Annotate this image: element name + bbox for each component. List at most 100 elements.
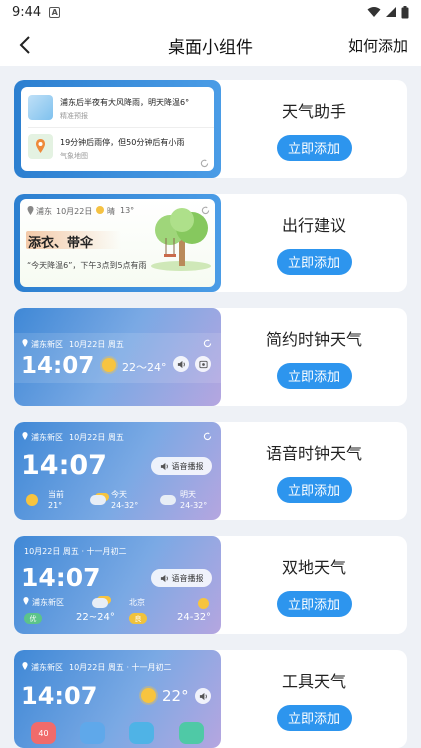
sun-icon bbox=[198, 598, 209, 609]
image-icon bbox=[195, 356, 211, 372]
preview-temp-range: 22～24° bbox=[122, 361, 167, 374]
widget-preview-voice-clock[interactable]: 浦东新区 10月22日 周五 14:07 语音播报 当前 21° 今天 24-3… bbox=[14, 422, 221, 520]
add-widget-button[interactable]: 立即添加 bbox=[276, 134, 352, 161]
preview-weather: 晴 bbox=[107, 207, 115, 216]
speaker-icon bbox=[195, 688, 211, 704]
preview-location: 浦东新区 bbox=[31, 433, 63, 442]
notification-icon: A bbox=[49, 6, 61, 18]
widget-card-simple-clock: 浦东新区 10月22日 周五 14:07 22～24° 简约时钟天气 立即添加 bbox=[14, 308, 407, 406]
place1-temp: 22~24° bbox=[76, 612, 115, 623]
preview-location: 浦东 bbox=[36, 207, 52, 216]
day-label-tomorrow: 明天 bbox=[180, 490, 196, 499]
preview-location: 浦东新区 bbox=[31, 340, 63, 349]
preview-temp: 13° bbox=[120, 206, 135, 215]
how-to-add-link[interactable]: 如何添加 bbox=[348, 35, 408, 56]
location-icon bbox=[27, 206, 34, 215]
refresh-icon bbox=[203, 339, 212, 348]
widget-card-tool-weather: 浦东新区 10月22日 周五 · 十一月初二 14:07 22° 40 工具天气… bbox=[14, 650, 407, 748]
widget-preview-dual-city[interactable]: 10月22日 周五 · 十一月初二 14:07 语音播报 浦东新区 优 22~2… bbox=[14, 536, 221, 634]
widget-info: 双地天气 立即添加 bbox=[221, 536, 407, 634]
place2-temp: 24-32° bbox=[177, 612, 212, 623]
back-button[interactable] bbox=[12, 32, 38, 58]
page-title: 桌面小组件 bbox=[168, 37, 253, 58]
preview-date: 10月22日 周五 bbox=[69, 433, 124, 442]
widget-preview-weather-assistant[interactable]: 浦东后半夜有大风降雨，明天降温6° 精准预报 19分钟后雨停，但50分钟后有小雨… bbox=[14, 80, 221, 178]
map-thumbnail-icon bbox=[28, 134, 53, 159]
widget-name: 出行建议 bbox=[281, 215, 346, 235]
sun-icon bbox=[26, 494, 38, 506]
tree-swing-illustration-icon bbox=[151, 208, 211, 271]
preview-clock: 14:07 bbox=[21, 353, 95, 379]
location-icon bbox=[22, 662, 28, 670]
aqi-badge-place2: 良 bbox=[129, 613, 147, 624]
place1-name: 浦东新区 bbox=[32, 598, 64, 607]
app-header: 桌面小组件 如何添加 bbox=[0, 24, 421, 66]
preview-date: 10月22日 周五 bbox=[69, 340, 124, 349]
widget-name: 简约时钟天气 bbox=[265, 329, 362, 349]
leaf-tool-icon bbox=[179, 722, 204, 744]
wifi-icon bbox=[367, 7, 381, 17]
preview-divider bbox=[28, 127, 214, 128]
widget-preview-travel-advice[interactable]: 浦东 10月22日 晴 13° 添衣、带伞 “今天降温6”，下午3点到5点有雨 bbox=[14, 194, 221, 292]
widget-card-travel-advice: 浦东 10月22日 晴 13° 添衣、带伞 “今天降温6”，下午3点到5点有雨 … bbox=[14, 194, 407, 292]
widget-preview-simple-clock[interactable]: 浦东新区 10月22日 周五 14:07 22～24° bbox=[14, 308, 221, 406]
location-icon bbox=[22, 432, 28, 440]
widget-info: 语音时钟天气 立即添加 bbox=[221, 422, 407, 520]
status-bar: 9:44 A bbox=[0, 0, 421, 24]
typhoon-tool-icon bbox=[80, 722, 105, 744]
widget-info: 简约时钟天气 立即添加 bbox=[221, 308, 407, 406]
battery-icon bbox=[401, 5, 409, 18]
map-tool-icon bbox=[129, 722, 154, 744]
signal-icon bbox=[386, 7, 396, 17]
preview-temp: 22° bbox=[162, 687, 189, 705]
speaker-icon bbox=[173, 356, 189, 372]
widget-info: 出行建议 立即添加 bbox=[221, 194, 407, 292]
add-widget-button[interactable]: 立即添加 bbox=[276, 476, 352, 503]
preview-headline: 添衣、带伞 bbox=[28, 236, 94, 251]
voice-broadcast-label: 语音播报 bbox=[171, 573, 204, 583]
widget-info: 工具天气 立即添加 bbox=[221, 650, 407, 748]
preview-date: 10月22日 bbox=[56, 207, 93, 216]
refresh-icon bbox=[203, 432, 212, 441]
widget-name: 天气助手 bbox=[281, 101, 346, 121]
preview-clock: 14:07 bbox=[21, 682, 98, 710]
day-temp-tomorrow: 24-32° bbox=[180, 501, 208, 510]
sun-icon bbox=[96, 206, 104, 214]
widget-preview-tool-weather[interactable]: 浦东新区 10月22日 周五 · 十一月初二 14:07 22° 40 bbox=[14, 650, 221, 748]
preview-tip: “今天降温6”，下午3点到5点有雨 bbox=[27, 261, 147, 270]
cloudy-sun-icon bbox=[92, 598, 108, 608]
widget-name: 工具天气 bbox=[281, 671, 346, 691]
preview-date: 10月22日 周五 · 十一月初二 bbox=[24, 547, 127, 556]
back-arrow-icon bbox=[19, 36, 30, 54]
preview-clock: 14:07 bbox=[21, 450, 107, 481]
rain-thumbnail-icon bbox=[28, 95, 53, 120]
add-widget-button[interactable]: 立即添加 bbox=[276, 704, 352, 731]
location-icon bbox=[23, 597, 29, 605]
preview-date: 10月22日 周五 · 十一月初二 bbox=[69, 663, 172, 672]
refresh-icon bbox=[200, 159, 209, 168]
aqi-tool-value: 40 bbox=[38, 728, 49, 738]
cloud-icon bbox=[160, 495, 176, 505]
sun-icon bbox=[141, 688, 156, 703]
preview-alert-text: 浦东后半夜有大风降雨，明天降温6° bbox=[60, 98, 190, 107]
aqi-tool-icon: 40 bbox=[31, 722, 56, 744]
voice-broadcast-label: 语音播报 bbox=[171, 461, 204, 471]
day-label-today: 今天 bbox=[111, 490, 127, 499]
add-widget-button[interactable]: 立即添加 bbox=[276, 590, 352, 617]
cloudy-sun-icon bbox=[90, 495, 106, 505]
location-icon bbox=[22, 339, 28, 347]
preview-rain-text: 19分钟后雨停，但50分钟后有小雨 bbox=[60, 138, 185, 147]
preview-location: 浦东新区 bbox=[31, 663, 63, 672]
place2-name: 北京 bbox=[129, 598, 145, 607]
add-widget-button[interactable]: 立即添加 bbox=[276, 248, 352, 275]
aqi-badge-place1: 优 bbox=[24, 613, 42, 624]
widget-info: 天气助手 立即添加 bbox=[221, 80, 407, 178]
widget-card-voice-clock: 浦东新区 10月22日 周五 14:07 语音播报 当前 21° 今天 24-3… bbox=[14, 422, 407, 520]
add-widget-button[interactable]: 立即添加 bbox=[276, 362, 352, 389]
widget-name: 语音时钟天气 bbox=[265, 443, 362, 463]
day-temp-now: 21° bbox=[48, 501, 63, 510]
speaker-icon bbox=[160, 462, 168, 470]
day-temp-today: 24-32° bbox=[111, 501, 139, 510]
sun-icon bbox=[102, 358, 116, 372]
day-label-now: 当前 bbox=[48, 490, 64, 499]
